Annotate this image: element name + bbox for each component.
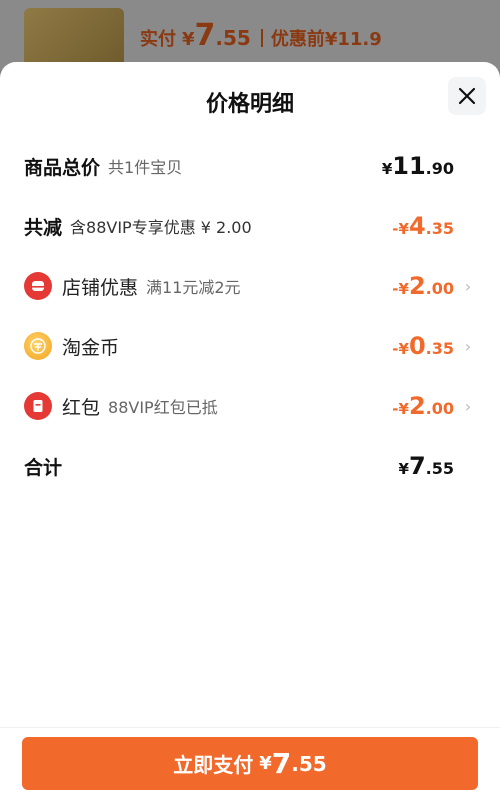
close-icon — [458, 87, 476, 105]
sheet-title: 价格明细 — [205, 92, 294, 117]
row-label: 共减 — [24, 216, 63, 239]
amount-int: 2 — [408, 392, 426, 420]
price-detail-sheet: 价格明细 商品总价 共1件宝贝 ¥ 11 .90 共减 含88VIP专享优惠 ¥… — [0, 62, 500, 810]
background-price-int: 7 — [194, 18, 216, 53]
pay-button-yen: ¥ — [259, 753, 272, 774]
amount-dec: .35 — [425, 339, 454, 358]
amount-int: 4 — [408, 212, 426, 240]
red-envelope-icon — [24, 392, 52, 420]
row-label: 商品总价 — [24, 156, 101, 179]
row-amount: -¥ 2 .00 — [392, 272, 454, 300]
row-label: 合计 — [24, 456, 63, 479]
pay-now-button[interactable]: 立即支付 ¥ 7 .55 — [22, 737, 478, 790]
background-separator — [260, 29, 263, 47]
amount-int: 2 — [408, 272, 426, 300]
amount-int: 7 — [408, 452, 426, 480]
row-amount: -¥ 4 .35 — [392, 212, 454, 240]
row-sub: 88VIP红包已抵 — [108, 398, 218, 417]
row-shop-coupon[interactable]: 店铺优惠 满11元减2元 -¥ 2 .00 › — [24, 266, 476, 306]
amount-yen: ¥ — [398, 460, 409, 478]
row-label: 店铺优惠 — [62, 276, 139, 299]
row-amount: -¥ 2 .00 — [392, 392, 454, 420]
background-order-header: 实付 ¥ 7 .55 优惠前¥11.9 — [0, 0, 500, 70]
amount-dec: .55 — [425, 459, 454, 478]
amount-dec: .00 — [425, 279, 454, 298]
amount-yen: -¥ — [392, 220, 409, 238]
pay-button-label: 立即支付 — [173, 753, 254, 777]
coin-icon — [24, 332, 52, 360]
row-amount: ¥ 7 .55 — [399, 452, 454, 480]
chevron-right-icon: › — [464, 396, 472, 416]
row-label: 淘金币 — [62, 336, 120, 359]
background-price-summary: 实付 ¥ 7 .55 优惠前¥11.9 — [140, 18, 382, 58]
close-button[interactable] — [448, 77, 486, 115]
amount-yen: -¥ — [392, 400, 409, 418]
amount-int: 11 — [392, 152, 426, 180]
row-total-goods: 商品总价 共1件宝贝 ¥ 11 .90 — [24, 146, 476, 186]
amount-yen: ¥ — [381, 160, 393, 178]
footer-divider — [0, 727, 500, 728]
amount-yen: -¥ — [392, 340, 409, 358]
amount-int: 0 — [408, 332, 426, 360]
amount-dec: .35 — [425, 219, 454, 238]
coin-glyph — [30, 338, 46, 354]
row-grand-total: 合计 ¥ 7 .55 — [24, 446, 476, 486]
row-total-discount: 共减 含88VIP专享优惠 ¥ 2.00 -¥ 4 .35 — [24, 206, 476, 246]
shop-icon — [24, 272, 52, 300]
row-amount: -¥ 0 .35 — [392, 332, 454, 360]
row-label: 红包 — [62, 396, 101, 419]
chevron-right-icon: › — [464, 276, 472, 296]
background-paid-label: 实付 — [140, 29, 176, 50]
row-red-envelope[interactable]: 红包 88VIP红包已抵 -¥ 2 .00 › — [24, 386, 476, 426]
product-thumbnail — [24, 8, 124, 70]
row-sub: 含88VIP专享优惠 ¥ 2.00 — [70, 218, 252, 237]
row-amount: ¥ 11 .90 — [382, 152, 454, 180]
chevron-right-icon: › — [464, 336, 472, 356]
envelope-glyph — [33, 400, 43, 412]
background-before-discount: 优惠前¥11.9 — [270, 29, 382, 50]
amount-dec: .00 — [425, 399, 454, 418]
pay-button-dec: .55 — [291, 751, 327, 776]
row-sub: 满11元减2元 — [146, 278, 241, 297]
amount-dec: .90 — [425, 159, 454, 178]
row-taojinbi[interactable]: 淘金币 -¥ 0 .35 › — [24, 326, 476, 366]
background-yen: ¥ — [182, 29, 195, 50]
amount-yen: -¥ — [392, 280, 409, 298]
pay-button-int: 7 — [271, 747, 292, 780]
background-price-dec: .55 — [215, 26, 251, 50]
row-sub: 共1件宝贝 — [108, 158, 183, 177]
shop-glyph — [32, 281, 44, 291]
